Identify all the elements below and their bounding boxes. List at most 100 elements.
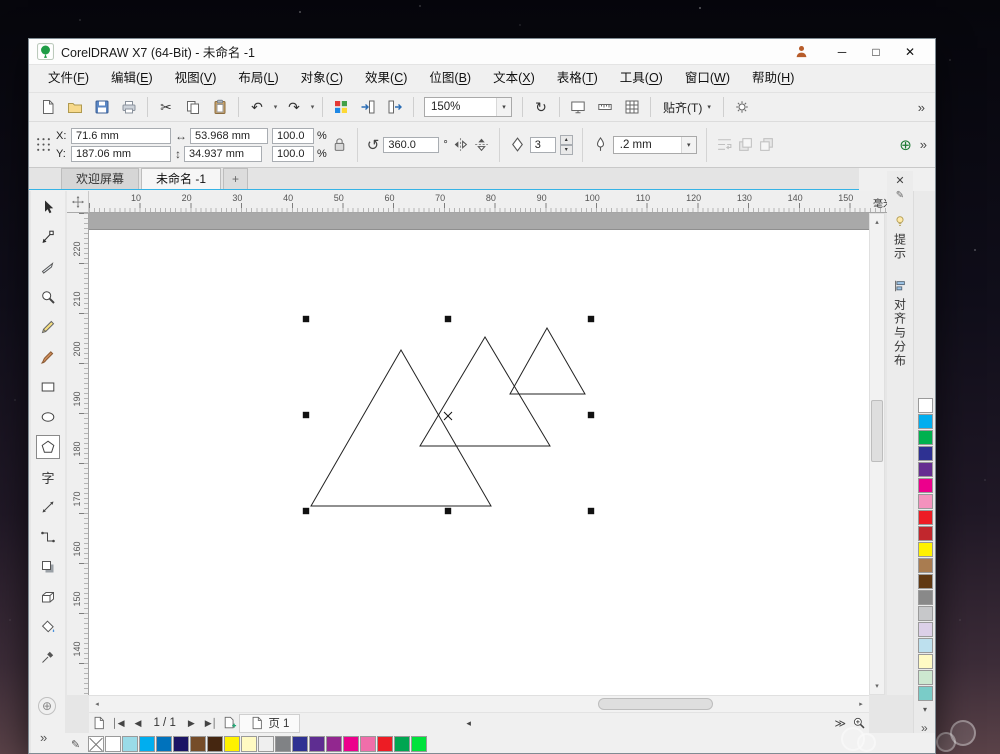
color-swatch[interactable] — [190, 736, 206, 752]
smart-fill-tool[interactable] — [36, 615, 60, 639]
redo-dropdown[interactable]: ▾ — [308, 103, 317, 111]
x-position-input[interactable]: 71.6 mm — [71, 128, 171, 144]
color-swatch[interactable] — [173, 736, 189, 752]
color-swatch[interactable] — [377, 736, 393, 752]
pick-tool[interactable] — [36, 195, 60, 219]
color-swatch[interactable] — [122, 736, 138, 752]
fullscreen-preview-icon[interactable] — [565, 95, 591, 119]
ellipse-tool[interactable] — [36, 405, 60, 429]
options-icon[interactable] — [729, 95, 755, 119]
freehand-tool[interactable] — [36, 315, 60, 339]
color-swatch[interactable] — [918, 606, 933, 621]
menu-help[interactable]: 帮助(H) — [741, 65, 805, 92]
color-swatch[interactable] — [309, 736, 325, 752]
connector-tool[interactable] — [36, 525, 60, 549]
refresh-view-icon[interactable]: ↻ — [528, 95, 554, 119]
mirror-vertical-icon[interactable] — [473, 136, 490, 153]
object-height-input[interactable]: 34.937 mm — [184, 146, 262, 162]
export-icon[interactable] — [382, 95, 408, 119]
dimension-tool[interactable] — [36, 495, 60, 519]
ruler-origin-corner[interactable] — [67, 191, 89, 213]
docker-close-icon[interactable]: ✕ — [895, 174, 904, 187]
menu-bitmaps[interactable]: 位图(B) — [418, 65, 482, 92]
drop-shadow-tool[interactable] — [36, 555, 60, 579]
scroll-up-icon[interactable]: ▴ — [870, 215, 884, 229]
menu-table[interactable]: 表格(T) — [546, 65, 609, 92]
outline-width-select[interactable]: .2 mm▾ — [613, 136, 697, 154]
open-icon[interactable] — [62, 95, 88, 119]
horizontal-ruler[interactable]: 毫米 102030405060708090100110120130140150 — [89, 191, 896, 213]
color-swatch[interactable] — [326, 736, 342, 752]
to-front-icon[interactable] — [737, 136, 754, 153]
lock-ratio-icon[interactable] — [331, 136, 348, 153]
menu-object[interactable]: 对象(C) — [290, 65, 354, 92]
text-tool[interactable]: 字 — [36, 465, 60, 489]
paste-icon[interactable] — [207, 95, 233, 119]
docker-tab-hints[interactable]: 提示 — [892, 209, 909, 266]
tab-welcome-screen[interactable]: 欢迎屏幕 — [61, 168, 139, 189]
stepper-down-icon[interactable]: ▾ — [560, 145, 573, 155]
stepper-up-icon[interactable]: ▴ — [560, 135, 573, 145]
zoom-tool[interactable] — [36, 285, 60, 309]
horizontal-scroll-thumb[interactable] — [598, 698, 713, 710]
title-bar[interactable]: CorelDRAW X7 (64-Bit) - 未命名 -1 ─ □ ✕ — [29, 39, 935, 65]
docker-tab-align-distribute[interactable]: 对齐与分布 — [892, 274, 909, 373]
color-swatch[interactable] — [207, 736, 223, 752]
menu-effects[interactable]: 效果(C) — [354, 65, 418, 92]
zoom-level-select[interactable]: 150%▾ — [424, 97, 512, 117]
scroll-right-icon[interactable]: ▸ — [854, 697, 868, 711]
color-swatch[interactable] — [275, 736, 291, 752]
color-swatch[interactable] — [139, 736, 155, 752]
color-swatch[interactable] — [918, 638, 933, 653]
color-swatch[interactable] — [360, 736, 376, 752]
vertical-ruler[interactable]: 220210200190180170160150140 — [67, 213, 89, 695]
maximize-button[interactable]: □ — [859, 45, 893, 59]
artistic-media-tool[interactable] — [36, 345, 60, 369]
menu-tools[interactable]: 工具(O) — [609, 65, 674, 92]
color-swatch[interactable] — [918, 686, 933, 701]
shape-tool[interactable] — [36, 225, 60, 249]
tab-document[interactable]: 未命名 -1 — [141, 168, 221, 189]
import-icon[interactable] — [355, 95, 381, 119]
color-swatch[interactable] — [918, 478, 933, 493]
prev-page-button[interactable]: ◀ — [131, 718, 146, 729]
user-account-icon[interactable] — [794, 44, 809, 59]
vertical-scroll-thumb[interactable] — [871, 400, 883, 462]
page-tab[interactable]: 页 1 — [239, 714, 300, 733]
color-swatch[interactable] — [918, 494, 933, 509]
color-swatch[interactable] — [918, 446, 933, 461]
drawing-canvas[interactable] — [89, 213, 869, 695]
redo-icon[interactable]: ↷ — [281, 95, 307, 119]
color-swatch[interactable] — [918, 622, 933, 637]
docker-edit-icon[interactable]: ✎ — [896, 190, 904, 201]
tab-scroll-left-icon[interactable]: ◂ — [462, 718, 475, 729]
vertical-scrollbar[interactable]: ▴ ▾ — [869, 213, 885, 695]
toolbox-overflow[interactable]: » — [40, 730, 47, 745]
wrap-text-icon[interactable] — [716, 136, 733, 153]
color-swatch[interactable] — [258, 736, 274, 752]
color-swatch[interactable] — [918, 558, 933, 573]
eyedropper-tool[interactable] — [36, 645, 60, 669]
menu-file[interactable]: 文件(F) — [37, 65, 100, 92]
mirror-horizontal-icon[interactable] — [452, 136, 469, 153]
new-document-icon[interactable] — [35, 95, 61, 119]
quick-customize-button[interactable]: ⊕ — [895, 136, 916, 154]
scale-v-input[interactable]: 100.0 — [272, 146, 314, 162]
scroll-left-icon[interactable]: ◂ — [90, 697, 104, 711]
color-swatch[interactable] — [918, 590, 933, 605]
color-swatch[interactable] — [411, 736, 427, 752]
snap-to-dropdown[interactable]: 贴齐(T)▾ — [656, 96, 718, 118]
color-swatch[interactable] — [241, 736, 257, 752]
color-swatch[interactable] — [918, 670, 933, 685]
color-swatch[interactable] — [918, 526, 933, 541]
menu-view[interactable]: 视图(V) — [164, 65, 228, 92]
save-icon[interactable] — [89, 95, 115, 119]
color-swatch[interactable] — [224, 736, 240, 752]
minimize-button[interactable]: ─ — [825, 45, 859, 59]
y-position-input[interactable]: 187.06 mm — [71, 146, 171, 162]
next-page-button[interactable]: ▶ — [184, 718, 199, 729]
toolbar-overflow[interactable]: » — [914, 100, 929, 115]
menu-edit[interactable]: 编辑(E) — [100, 65, 164, 92]
no-color-swatch[interactable] — [88, 736, 104, 752]
menu-text[interactable]: 文本(X) — [482, 65, 546, 92]
